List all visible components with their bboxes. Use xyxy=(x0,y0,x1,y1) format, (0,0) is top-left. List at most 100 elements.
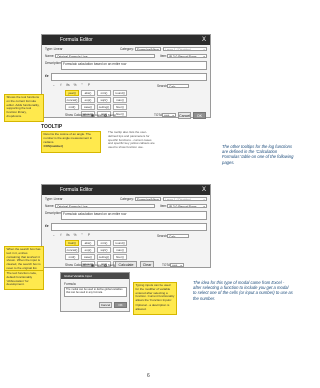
window-title: Formula Editor X xyxy=(42,185,210,195)
clear-button[interactable]: Clear xyxy=(140,261,154,268)
name-label: Name: xyxy=(45,204,55,208)
modal-cancel-button[interactable]: Cancel xyxy=(99,302,112,308)
formula-input[interactable] xyxy=(51,223,207,231)
toolbar-tool[interactable]: % xyxy=(72,233,78,238)
callout-tool-functions: Shows the tool functions on the current … xyxy=(4,94,44,122)
callout-text-function: The text function code, default function… xyxy=(4,270,44,291)
name-label: Name: xyxy=(45,54,55,58)
type-label: Type: Linear xyxy=(45,47,63,51)
function-button[interactable]: round() xyxy=(113,90,127,96)
type-label: Type: Linear xyxy=(45,197,63,201)
radio-selected-icon xyxy=(91,263,94,267)
formula-editor-window-2: Formula Editor X Type: Linear Category: … xyxy=(41,184,211,268)
toolbar-tool[interactable]: ° xyxy=(79,233,85,238)
show-calculation-label: Show Calculation in: xyxy=(65,263,94,267)
metric-radio[interactable]: Metric xyxy=(104,113,116,117)
function-button[interactable]: year() xyxy=(65,90,79,96)
function-button[interactable]: concat() xyxy=(65,97,79,103)
toolbar-tool[interactable]: ifs xyxy=(65,83,71,88)
function-button[interactable]: floor() xyxy=(113,104,127,110)
total-select[interactable]: ### xyxy=(162,113,176,117)
toolbar-tool[interactable]: P xyxy=(86,83,92,88)
function-button[interactable]: mid() xyxy=(65,104,79,110)
callout-text: The text function code, default function… xyxy=(6,271,37,287)
function-button[interactable]: ceiling() xyxy=(97,254,111,260)
callout-text: Shows the tool functions on the current … xyxy=(6,95,40,118)
toolbar-tool[interactable]: ← xyxy=(51,233,57,238)
tooltip-description: Returns the cosine of an angle. The numb… xyxy=(43,132,93,144)
layer-select[interactable]: Layer 1 / Disabled xyxy=(163,197,207,201)
modal-ok-button[interactable]: OK xyxy=(114,302,127,308)
window-title-text: Formula Editor xyxy=(60,37,93,43)
function-button[interactable]: case() xyxy=(81,104,95,110)
category-select[interactable]: Formulas/Misc xyxy=(135,47,161,51)
formula-input[interactable] xyxy=(51,73,207,81)
layer-select[interactable]: Layer 1 / Disabled xyxy=(163,47,207,51)
description-input[interactable]: Formulaic calculation based on an entire… xyxy=(61,61,207,70)
show-calculation-label: Show Calculation in: xyxy=(65,113,94,117)
description-input[interactable]: Formulaic calculation based on an entire… xyxy=(61,211,207,220)
formula-editor-window-1: Formula Editor X Type: Linear Category: … xyxy=(41,34,211,119)
function-button[interactable]: min() xyxy=(97,240,111,246)
name-input[interactable]: Original Formula Line xyxy=(55,54,155,58)
function-button[interactable]: mid() xyxy=(65,254,79,260)
close-icon[interactable]: X xyxy=(202,35,206,45)
close-icon[interactable]: X xyxy=(202,185,206,195)
toolbar-tool[interactable]: % xyxy=(72,83,78,88)
function-button[interactable]: sqrt() xyxy=(97,97,111,103)
toolbar-tool[interactable]: P xyxy=(86,233,92,238)
fx-icon: fx xyxy=(45,73,49,78)
toolbar-tool[interactable]: ifs xyxy=(65,233,71,238)
function-button[interactable]: sqrt() xyxy=(97,247,111,253)
tooltip-example: Returns the cosine of an angle. The numb… xyxy=(41,131,101,153)
category-label: Category: xyxy=(120,47,134,51)
total-select[interactable]: ### xyxy=(170,263,184,267)
window-title: Formula Editor X xyxy=(42,35,210,45)
global-variable-modal: Global Variable Input Formula The modal … xyxy=(60,272,130,312)
category-select[interactable]: Formulas/Misc xyxy=(135,197,161,201)
toolbar-tool[interactable]: ← xyxy=(51,83,57,88)
function-button[interactable]: round() xyxy=(113,240,127,246)
cancel-button[interactable]: Cancel xyxy=(178,112,191,119)
window-title-text: Formula Editor xyxy=(60,187,93,193)
toolbar-tool[interactable]: f xyxy=(58,83,64,88)
function-button[interactable]: abs() xyxy=(81,90,95,96)
name-input[interactable]: Original Formula Line xyxy=(55,204,155,208)
radio-empty-icon xyxy=(104,113,107,117)
description-label: Description: xyxy=(45,211,62,215)
search-input[interactable]: Calc xyxy=(167,234,189,238)
modal-title: Global Variable Input xyxy=(61,273,129,279)
page-number: 6 xyxy=(147,373,150,379)
toolbar-tool[interactable]: ° xyxy=(79,83,85,88)
toolbar-tool[interactable]: f xyxy=(58,233,64,238)
function-button[interactable]: min() xyxy=(97,90,111,96)
fx-icon: fx xyxy=(45,223,49,228)
tooltip-syntax: COS(number) xyxy=(43,144,64,149)
tooltip-heading: TOOLTIP xyxy=(41,124,63,130)
modal-text-area[interactable]: The modal can be used to define global v… xyxy=(64,287,127,297)
radio-selected-icon xyxy=(91,113,94,117)
function-button[interactable]: exp() xyxy=(81,97,95,103)
callout-modal-inputs: Typing inputs can be used for the modifi… xyxy=(133,282,177,315)
radio-empty-icon xyxy=(104,263,107,267)
ok-button[interactable]: OK xyxy=(193,112,206,119)
function-button[interactable]: floor() xyxy=(113,254,127,260)
function-button[interactable]: abs() xyxy=(81,240,95,246)
callout-text: Typing inputs can be used for the modifi… xyxy=(135,283,175,303)
search-input[interactable]: Calc xyxy=(167,84,189,88)
function-button[interactable]: max() xyxy=(113,97,127,103)
function-button[interactable]: Calc() xyxy=(65,240,79,246)
side-note-tooltips: The other tooltips for the log functions… xyxy=(222,144,294,165)
item-select[interactable]: IB 3.0 Report Rows xyxy=(167,54,207,58)
calculate-button[interactable]: Calculate xyxy=(115,261,137,268)
function-button[interactable]: concat() xyxy=(65,247,79,253)
tooltip-side-note: The tooltip also lists the user-defined … xyxy=(108,130,155,150)
item-select[interactable]: IB 3.0 Report Rows xyxy=(167,204,207,208)
side-note-modal-idea: The idea for this type of modal came fro… xyxy=(193,280,293,301)
function-button[interactable]: case() xyxy=(81,254,95,260)
category-label: Category: xyxy=(120,197,134,201)
callout-text-optional: Optional - a description is allowed. xyxy=(135,302,170,311)
function-button[interactable]: ceiling() xyxy=(97,104,111,110)
function-button[interactable]: max() xyxy=(113,247,127,253)
function-button[interactable]: exp() xyxy=(81,247,95,253)
